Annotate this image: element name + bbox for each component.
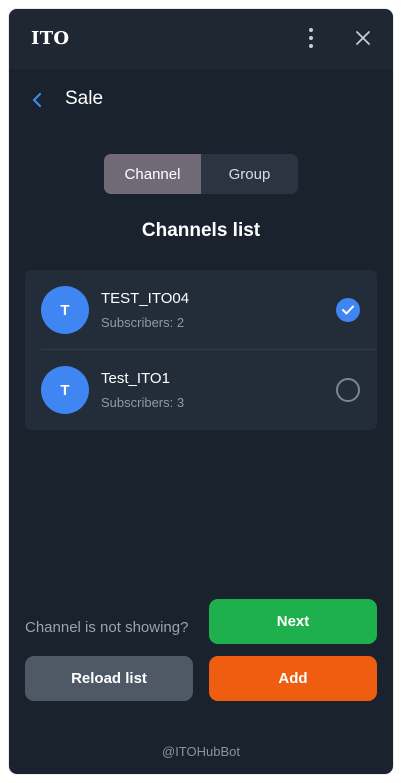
chevron-left-icon (32, 92, 42, 108)
app-title: ITO (31, 28, 70, 49)
app-window: ITO Sale Channel Group Channels list T T… (9, 9, 393, 774)
close-button[interactable] (353, 28, 373, 48)
tab-group[interactable]: Group (201, 154, 298, 194)
subscribers-count: Subscribers: 3 (101, 395, 185, 410)
page-title: Sale (65, 88, 104, 109)
channel-name: TEST_ITO04 (101, 290, 190, 307)
more-options-button[interactable] (301, 26, 321, 50)
bot-username: @ITOHubBot (162, 744, 240, 759)
selection-radio[interactable] (336, 378, 360, 402)
channel-group-switch: Channel Group (104, 154, 298, 194)
checkmark-icon (342, 305, 354, 315)
avatar: T (41, 286, 89, 334)
next-button[interactable]: Next (209, 599, 377, 644)
channels-list: T TEST_ITO04 Subscribers: 2 T Test_ITO1 … (25, 270, 377, 430)
add-button[interactable]: Add (209, 656, 377, 701)
tab-channel[interactable]: Channel (104, 154, 201, 194)
list-item[interactable]: T Test_ITO1 Subscribers: 3 (25, 350, 377, 430)
selection-radio[interactable] (336, 298, 360, 322)
reload-list-button[interactable]: Reload list (25, 656, 193, 701)
channels-list-title: Channels list (141, 220, 261, 241)
avatar: T (41, 366, 89, 414)
back-button[interactable] (27, 89, 49, 111)
close-icon (356, 31, 370, 45)
list-item[interactable]: T TEST_ITO04 Subscribers: 2 (25, 270, 377, 350)
channel-missing-hint: Channel is not showing? (25, 619, 189, 636)
subscribers-count: Subscribers: 2 (101, 315, 185, 330)
title-bar: ITO (9, 9, 393, 69)
more-vertical-icon (309, 28, 313, 48)
channel-name: Test_ITO1 (101, 370, 170, 387)
